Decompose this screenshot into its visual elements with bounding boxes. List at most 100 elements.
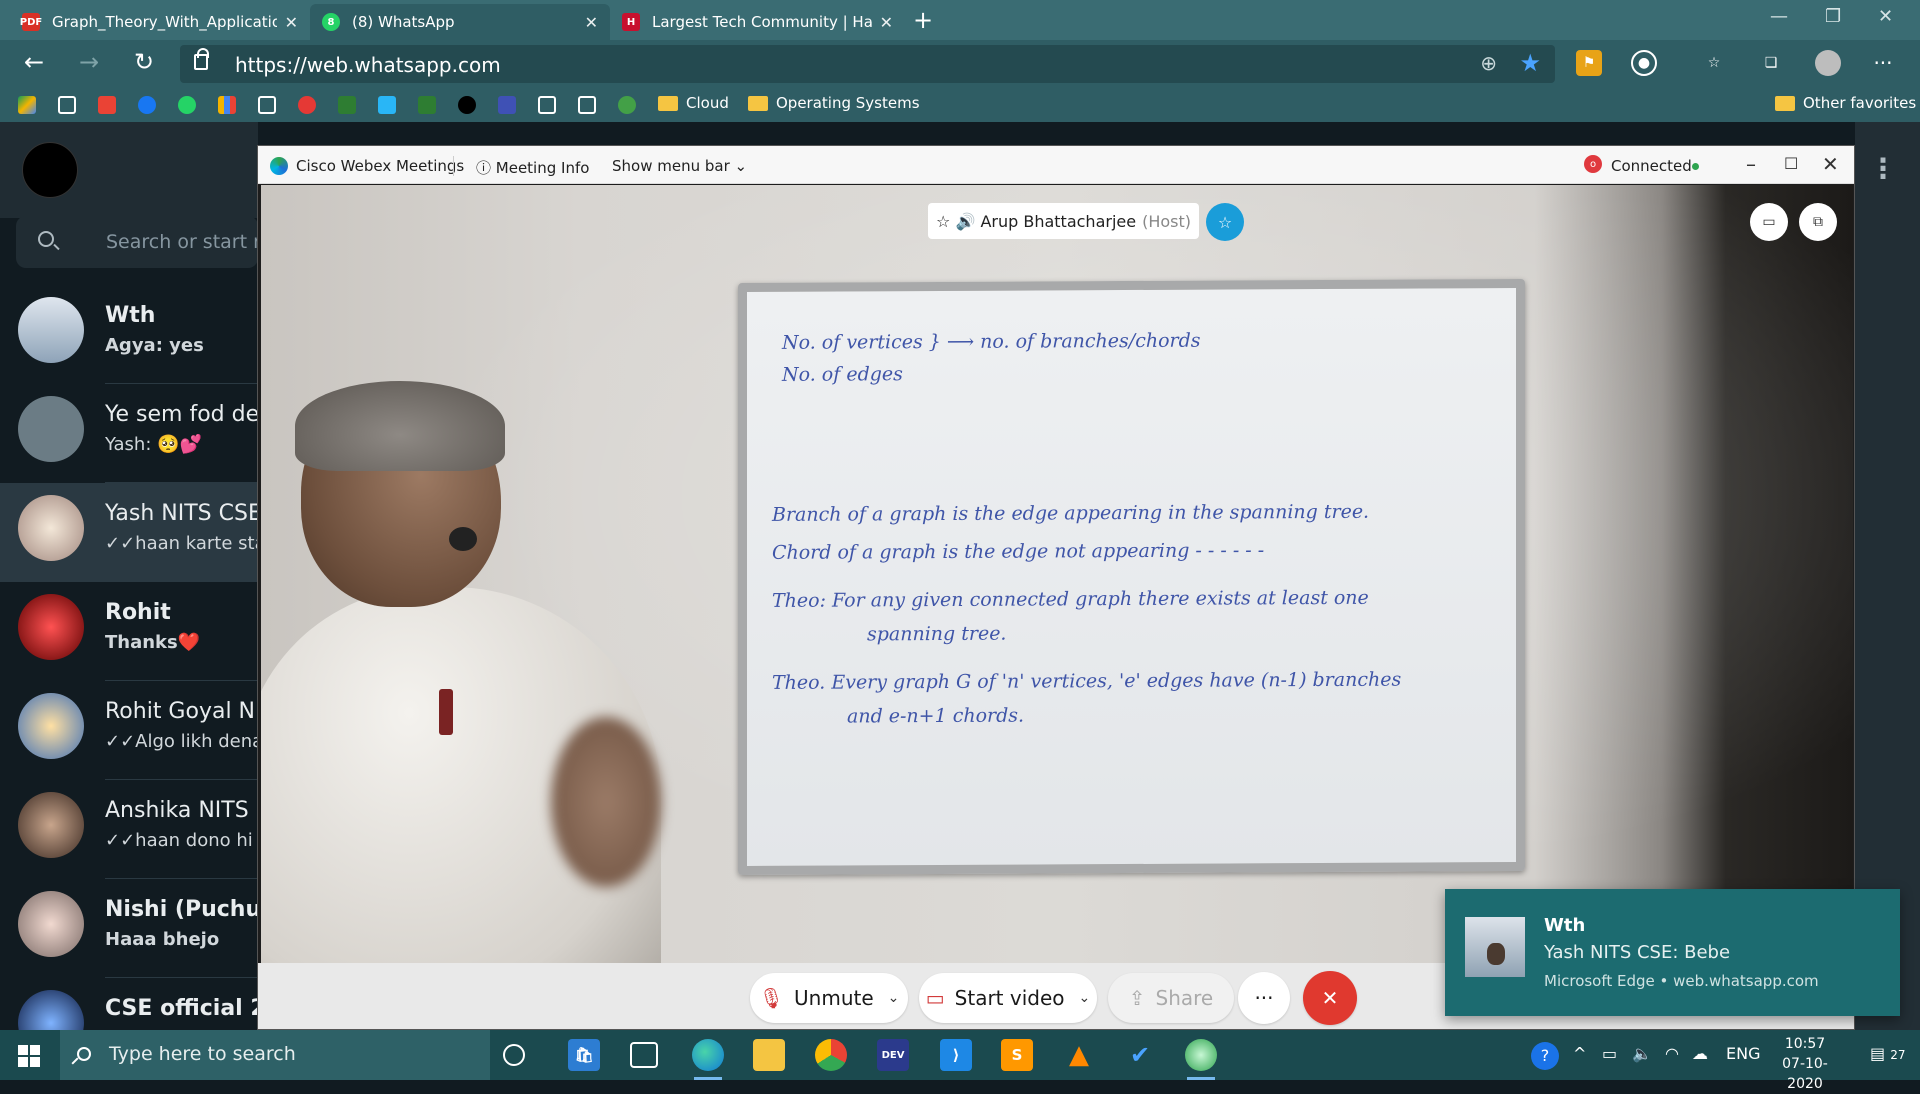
analytics-icon[interactable]	[218, 96, 236, 114]
chat-list-item[interactable]: Wth Agya: yes	[0, 285, 258, 384]
webex-taskbar-icon[interactable]	[1185, 1039, 1217, 1080]
wifi-icon[interactable]: ◠	[1665, 1044, 1679, 1063]
google-drive-icon[interactable]	[18, 96, 36, 114]
vscode-icon[interactable]: ⟩	[940, 1039, 972, 1071]
zoom-icon[interactable]: ⊕	[1480, 51, 1497, 75]
windows-start-icon[interactable]	[18, 1045, 40, 1067]
green-cross-icon[interactable]	[418, 96, 436, 114]
github-icon[interactable]	[458, 96, 476, 114]
wa-search-box[interactable]: Search or start new chat	[16, 216, 340, 268]
edge-icon[interactable]	[692, 1039, 724, 1080]
store-icon[interactable]: 🛍	[568, 1039, 600, 1071]
back-button[interactable]: ←	[18, 48, 50, 76]
close-tab-icon[interactable]: ✕	[285, 13, 298, 32]
active-speaker-label[interactable]: ☆ 🔊 Arup Bhattacharjee (Host)	[928, 203, 1200, 239]
notification-toast[interactable]: Wth Yash NITS CSE: Bebe Microsoft Edge •…	[1445, 889, 1900, 1016]
facebook-icon[interactable]	[138, 96, 156, 114]
favorite-star-icon[interactable]: ★	[1519, 49, 1541, 77]
pin-icon[interactable]: ☆	[1206, 203, 1244, 241]
chat-message: ✓✓Algo likh dena	[105, 731, 258, 752]
connection-status: Connected	[1611, 157, 1692, 175]
blue-stack-icon[interactable]	[378, 96, 396, 114]
chevron-down-icon[interactable]: ⌄	[888, 990, 900, 1006]
task-view-icon[interactable]	[630, 1042, 658, 1068]
leave-meeting-button[interactable]: ✕	[1303, 971, 1357, 1025]
page-icon[interactable]	[58, 96, 76, 114]
forward-button[interactable]: →	[73, 48, 105, 76]
vlc-icon[interactable]: ▲	[1063, 1039, 1095, 1071]
profile-avatar[interactable]	[1815, 50, 1841, 76]
chat-list-item[interactable]: Yash NITS CSE ✓✓haan karte start	[0, 483, 258, 582]
sublime-icon[interactable]: S	[1001, 1039, 1033, 1071]
gmail-icon[interactable]	[98, 96, 116, 114]
tab-pdf[interactable]: PDF Graph_Theory_With_Application ✕	[10, 4, 310, 40]
chevron-up-icon[interactable]: ^	[1573, 1044, 1586, 1063]
new-tab-button[interactable]: +	[913, 6, 933, 34]
cloud-icon[interactable]: ☁	[1692, 1044, 1708, 1063]
unmute-button[interactable]: 🎙 Unmute ⌄	[750, 973, 908, 1023]
refresh-button[interactable]: ↻	[128, 48, 160, 76]
restore-icon[interactable]: ❐	[1825, 6, 1841, 27]
close-tab-icon[interactable]: ✕	[880, 13, 893, 32]
file-explorer-icon[interactable]	[753, 1039, 785, 1071]
url-field[interactable]: https://web.whatsapp.com ⊕ ★	[180, 45, 1555, 83]
avatar[interactable]	[22, 142, 78, 198]
popout-icon[interactable]: ⧉	[1799, 203, 1837, 241]
layout-icon[interactable]: ▭	[1750, 203, 1788, 241]
tab-whatsapp[interactable]: 8 (8) WhatsApp ✕	[310, 4, 610, 40]
taskbar-search[interactable]: Type here to search	[60, 1030, 490, 1080]
start-video-button[interactable]: ▭ Start video ⌄	[919, 973, 1097, 1023]
chevron-down-icon[interactable]: ⌄	[1079, 990, 1091, 1006]
show-menu-bar-button[interactable]: Show menu bar ⌄	[612, 157, 747, 175]
language-indicator[interactable]: ENG	[1726, 1044, 1760, 1063]
whatsapp-fav-icon[interactable]	[178, 96, 196, 114]
chat-name: CSE official 20	[105, 996, 258, 1021]
folder-operating-systems[interactable]: Operating Systems	[748, 94, 920, 112]
chat-list-item[interactable]: Anshika NITS E ✓✓haan dono hi k	[0, 780, 258, 879]
chrome-icon[interactable]	[815, 1039, 847, 1071]
folder-other-favorites[interactable]: Other favorites	[1775, 94, 1916, 112]
maximize-icon[interactable]: ☐	[1784, 154, 1798, 173]
page-icon[interactable]	[538, 96, 556, 114]
web-icon[interactable]	[498, 96, 516, 114]
chat-message: Thanks❤️	[105, 632, 201, 653]
todo-icon[interactable]: ✔	[1124, 1039, 1156, 1071]
chat-list-item[interactable]: Rohit Thanks❤️	[0, 582, 258, 681]
battery-icon[interactable]: ▭	[1602, 1044, 1617, 1063]
chat-list-item[interactable]: Ye sem fod denge Yash: 🥺💕	[0, 384, 258, 483]
green-icon[interactable]	[338, 96, 356, 114]
avatar	[18, 693, 84, 759]
share-button[interactable]: ⇪ Share	[1108, 973, 1234, 1023]
folder-cloud[interactable]: Cloud	[658, 94, 729, 112]
notification-center-icon[interactable]: ▤ 27	[1870, 1044, 1905, 1063]
help-icon[interactable]: ?	[1531, 1042, 1559, 1070]
cortana-icon[interactable]	[503, 1044, 525, 1066]
page-icon[interactable]	[578, 96, 596, 114]
chat-list-item[interactable]: Nishi (Puchu) Haaa bhejo	[0, 879, 258, 978]
red-circle-icon[interactable]	[298, 96, 316, 114]
clock[interactable]: 10:57 07-10-2020	[1765, 1034, 1845, 1094]
chat-message: Agya: yes	[105, 335, 204, 356]
settings-more-icon[interactable]: ···	[1870, 50, 1896, 76]
menu-dots-icon[interactable]: ⋮	[1869, 152, 1897, 185]
whiteboard: No. of vertices } ⟶ no. of branches/chor…	[738, 278, 1525, 876]
meeting-info-button[interactable]: ⓘ Meeting Info	[476, 157, 589, 178]
close-tab-icon[interactable]: ✕	[585, 13, 598, 32]
favorites-list-icon[interactable]: ☆	[1701, 50, 1727, 76]
collections-icon[interactable]: ❏	[1758, 50, 1784, 76]
minimize-icon[interactable]: —	[1770, 6, 1788, 27]
minimize-icon[interactable]: –	[1746, 152, 1756, 176]
chat-list-item[interactable]: Rohit Goyal NITS ✓✓Algo likh dena	[0, 681, 258, 780]
chat-list-item[interactable]: CSE official 20	[0, 978, 258, 1030]
volume-icon[interactable]: 🔈	[1632, 1044, 1652, 1063]
close-window-icon[interactable]: ✕	[1878, 6, 1893, 27]
tab-hackerearth[interactable]: H Largest Tech Community | Hacka ✕	[610, 4, 905, 40]
taskbar-search-input[interactable]: Type here to search	[109, 1043, 296, 1065]
close-icon[interactable]: ✕	[1822, 152, 1839, 176]
cc-icon[interactable]	[258, 96, 276, 114]
dev-cpp-icon[interactable]: DEV	[877, 1039, 909, 1071]
record-extension-icon[interactable]: ●	[1631, 50, 1657, 76]
gear-green-icon[interactable]	[618, 96, 636, 114]
more-options-button[interactable]: ···	[1238, 972, 1290, 1024]
extension-icon[interactable]: ⚑	[1576, 50, 1602, 76]
